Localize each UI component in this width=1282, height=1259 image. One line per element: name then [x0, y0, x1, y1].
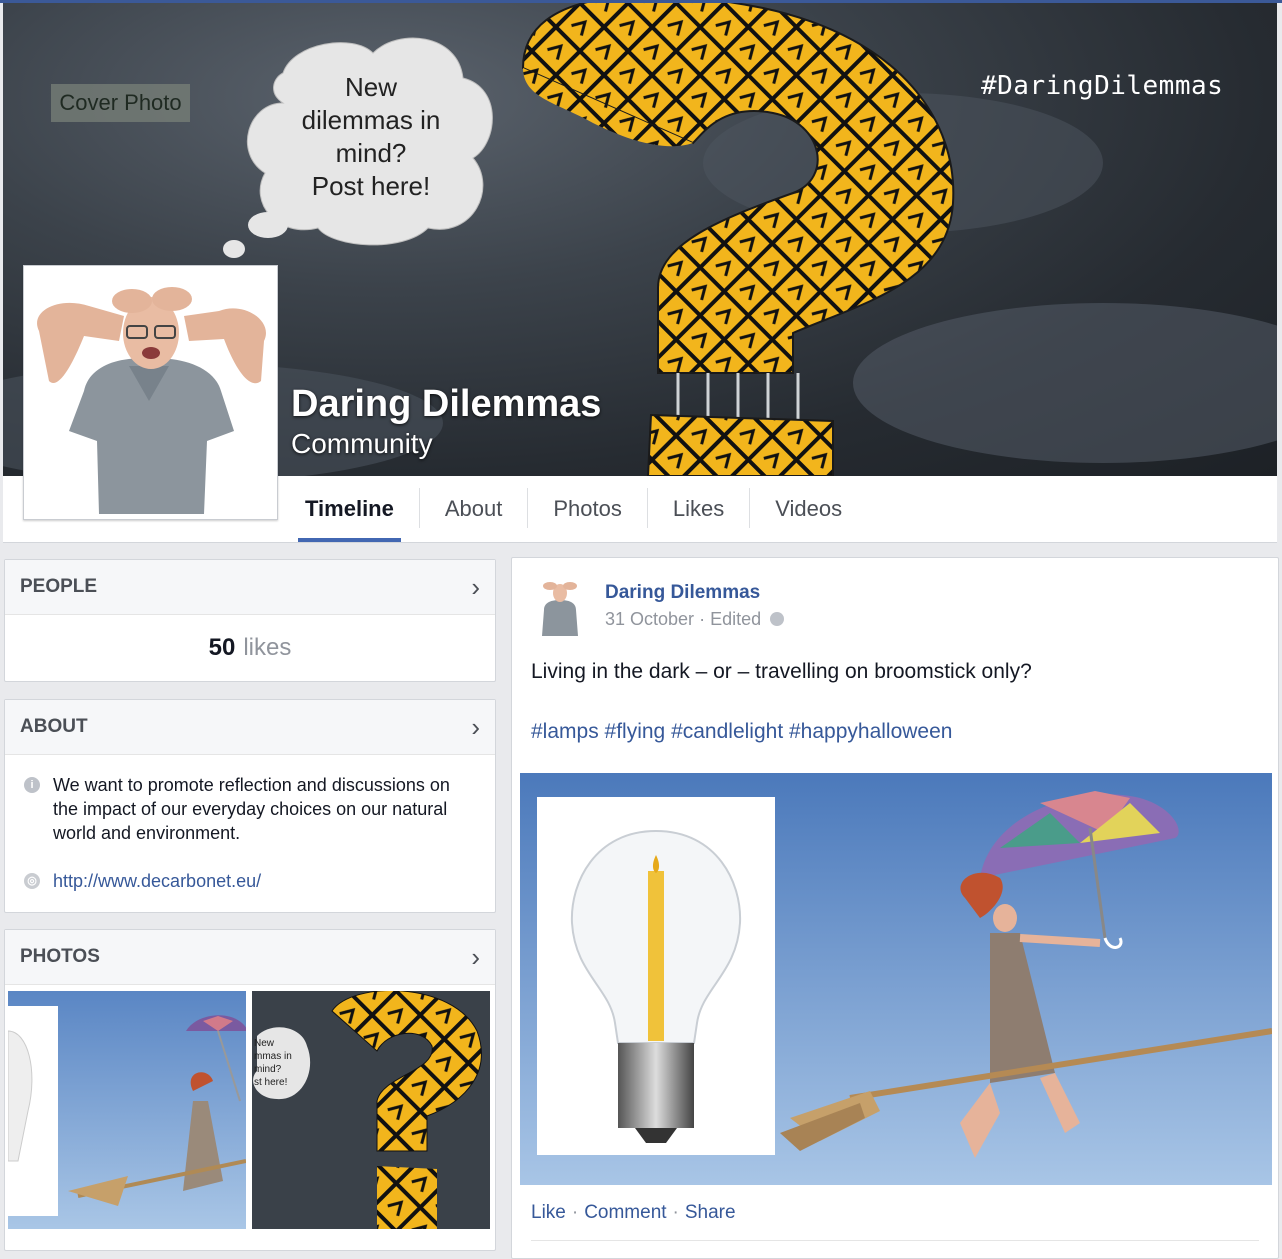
tab-photos[interactable]: Photos [528, 476, 647, 542]
likes-summary[interactable]: 50 likes [5, 615, 495, 681]
profile-picture[interactable] [23, 265, 278, 520]
page-title[interactable]: Daring Dilemmas [291, 383, 601, 426]
post-date[interactable]: 31 October [605, 609, 694, 629]
thumb-bubble-line: st here! [254, 1077, 288, 1088]
likes-count: 50 [208, 634, 236, 661]
post-photo-artwork [520, 773, 1272, 1185]
about-description: We want to promote reflection and discus… [53, 775, 450, 843]
website-link[interactable]: http://www.decarbonet.eu/ [53, 871, 261, 891]
photo-thumbnail[interactable] [8, 991, 246, 1229]
cover-photo-label[interactable]: Cover Photo [51, 84, 190, 122]
cover-thumbnail-image [252, 991, 490, 1229]
chevron-right-icon[interactable]: › [471, 572, 480, 603]
post-actions: Like · Comment · Share [531, 1202, 736, 1223]
public-globe-icon[interactable] [770, 612, 785, 626]
bubble-line: Post here! [311, 171, 431, 201]
about-description-row: i We want to promote reflection and disc… [5, 773, 495, 845]
thumb-bubble-line: New [254, 1038, 275, 1049]
tab-videos[interactable]: Videos [750, 476, 867, 542]
tab-likes[interactable]: Likes [648, 476, 749, 542]
post-message: Living in the dark – or – travelling on … [531, 660, 1032, 683]
profile-tabs: Timeline About Photos Likes Videos [280, 476, 867, 542]
about-website-row: ◎ http://www.decarbonet.eu/ [5, 869, 495, 893]
page-category[interactable]: Community [291, 428, 433, 460]
post-photo[interactable] [520, 773, 1272, 1185]
avatar [29, 271, 272, 514]
share-button[interactable]: Share [685, 1202, 736, 1223]
timeline-post: Daring Dilemmas 31 October · Edited Livi… [511, 557, 1279, 1259]
chevron-right-icon[interactable]: › [471, 712, 480, 743]
post-edited-label[interactable]: Edited [710, 609, 761, 629]
thought-bubble-text: New dilemmas in mind? Post here! [271, 71, 471, 203]
people-card-header[interactable]: PEOPLE › [5, 560, 495, 615]
photos-card-header[interactable]: PHOTOS › [5, 930, 495, 985]
post-author-name[interactable]: Daring Dilemmas [605, 582, 760, 604]
post-hashtags[interactable]: #lamps #flying #candlelight #happyhallow… [531, 720, 952, 744]
people-card-title: PEOPLE [20, 576, 98, 597]
people-card: PEOPLE › 50 likes [4, 559, 496, 682]
about-card-header[interactable]: ABOUT › [5, 700, 495, 755]
thumb-bubble-line: mmas in [254, 1051, 292, 1062]
bubble-line: mind? [335, 138, 407, 168]
about-card-title: ABOUT [20, 716, 88, 737]
post-author-avatar[interactable] [530, 576, 590, 636]
likes-label: likes [243, 634, 292, 661]
about-card: ABOUT › i We want to promote reflection … [4, 699, 496, 913]
photos-card-title: PHOTOS [20, 946, 100, 967]
thumb-bubble-text: New mmas in mind? st here! [254, 1037, 292, 1089]
post-meta: 31 October · Edited [605, 609, 785, 630]
comment-button[interactable]: Comment [584, 1202, 666, 1223]
info-icon: i [24, 777, 40, 793]
bubble-line: dilemmas in [301, 105, 441, 135]
cover-hashtag: #DaringDilemmas [981, 71, 1224, 101]
like-button[interactable]: Like [531, 1202, 566, 1223]
bubble-line: New [344, 72, 397, 102]
broomstick-thumbnail-image [8, 991, 246, 1229]
tab-timeline[interactable]: Timeline [280, 476, 419, 542]
post-divider [531, 1240, 1259, 1241]
globe-icon: ◎ [24, 873, 40, 889]
thumb-bubble-line: mind? [254, 1064, 282, 1075]
tab-about[interactable]: About [420, 476, 528, 542]
photo-thumbnail[interactable]: New mmas in mind? st here! [252, 991, 490, 1229]
chevron-right-icon[interactable]: › [471, 942, 480, 973]
